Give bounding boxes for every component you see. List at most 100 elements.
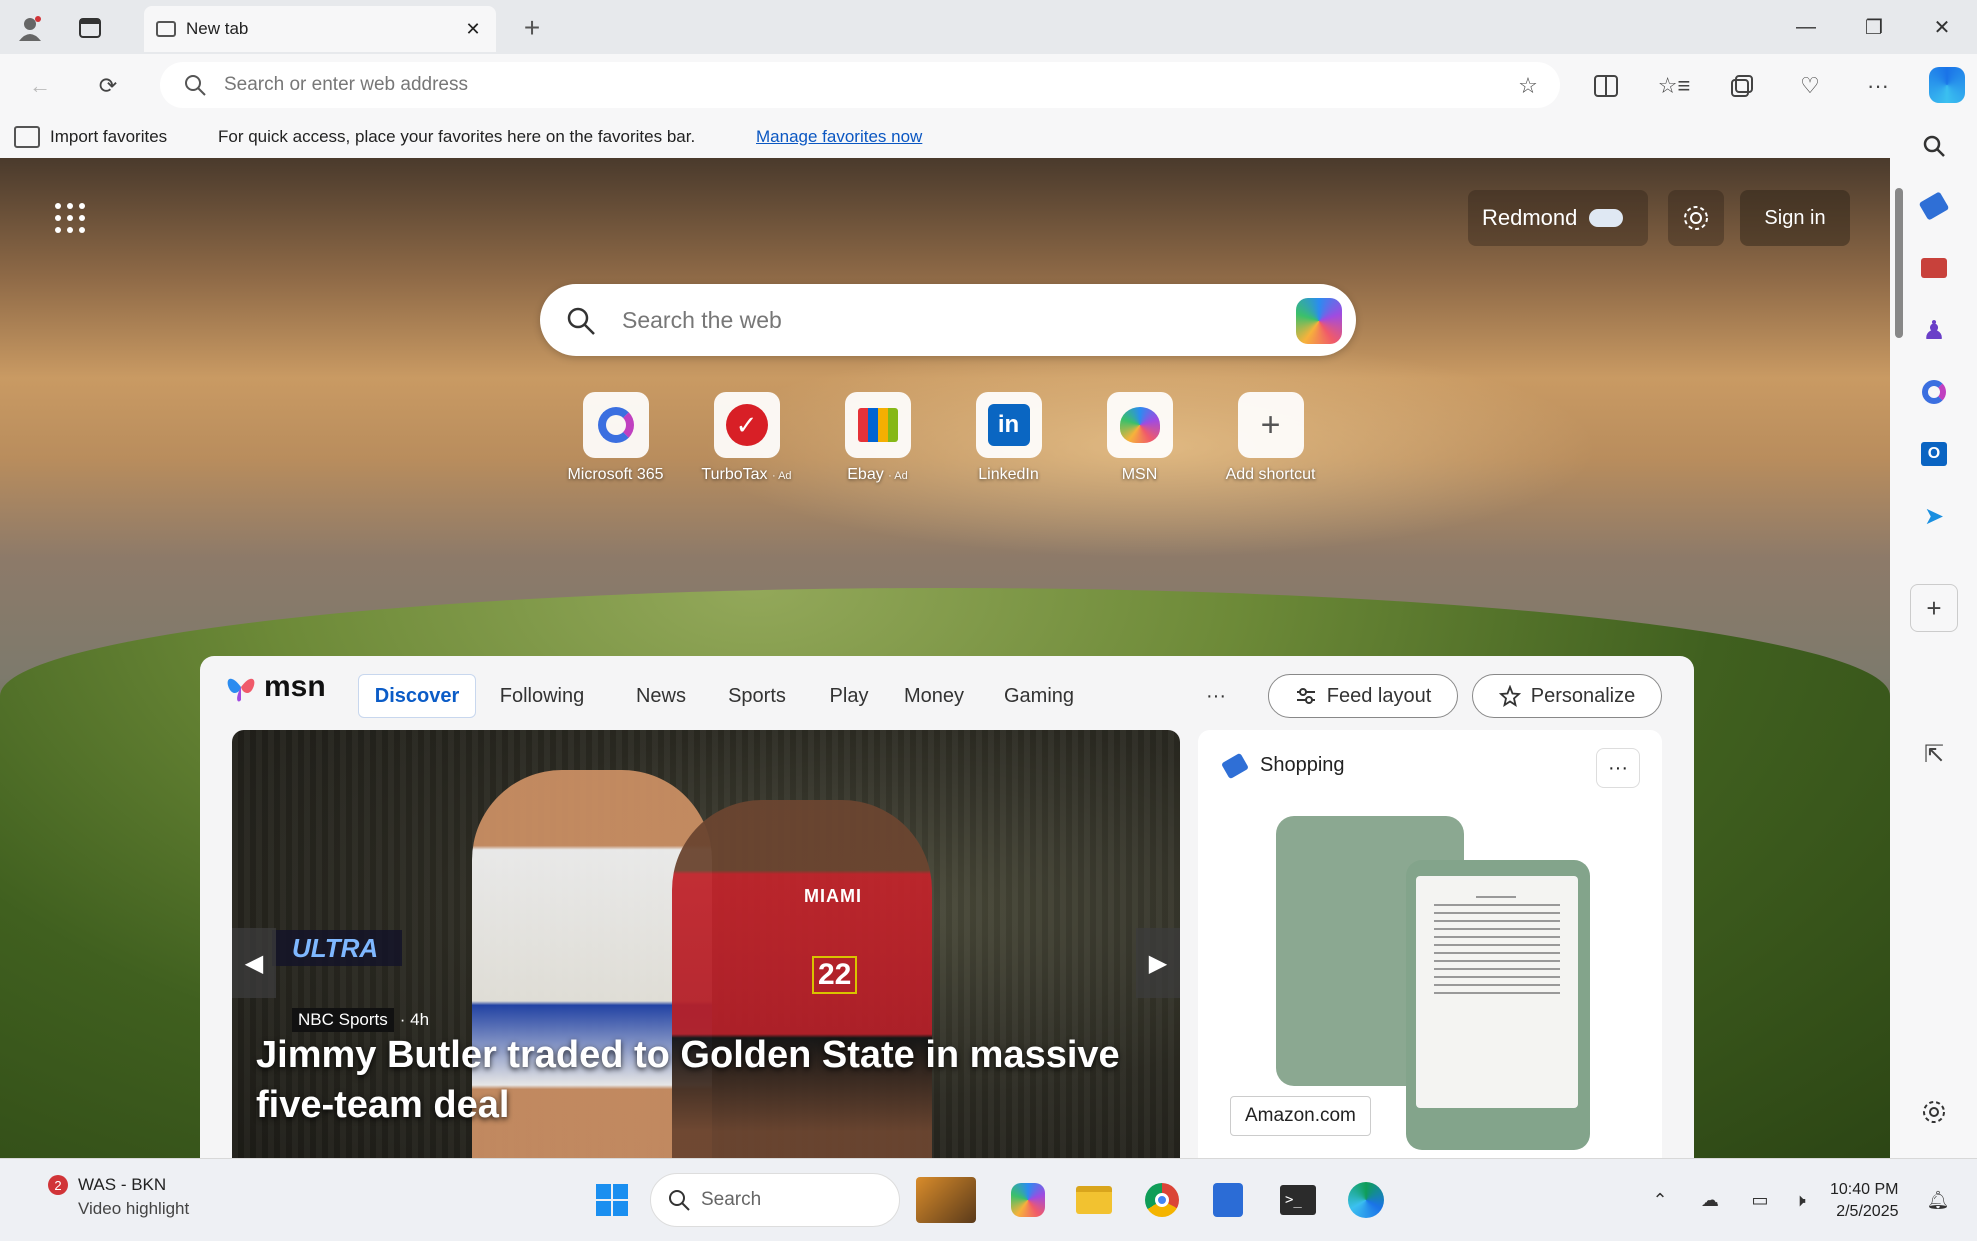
chevron-left-icon: ◀ [244, 949, 264, 977]
weather-widget[interactable]: Redmond [1468, 190, 1648, 246]
taskbar-search-input[interactable]: Search [701, 1189, 761, 1211]
hero-story-card[interactable]: MIAMI 22 ULTRA ◀ ▶ NBC Sports · 4h Jimmy… [232, 730, 1180, 1158]
collections-button[interactable] [1720, 64, 1764, 108]
shortcut-msn[interactable]: MSN [1074, 386, 1205, 496]
favorites-button[interactable]: ☆≡ [1652, 64, 1696, 108]
tab-new-tab[interactable]: New tab ✕ [144, 6, 496, 52]
app-grid-icon [55, 203, 85, 233]
browser-essentials-button[interactable]: ♡ [1788, 64, 1832, 108]
app-launcher-button[interactable] [34, 182, 106, 254]
taskbar-game-app[interactable] [908, 1171, 984, 1229]
sidebar-cursor-button[interactable]: ⇱ [1910, 730, 1958, 778]
settings-more-button[interactable]: ··· [1856, 64, 1900, 108]
tray-app-button[interactable]: ☁ [1690, 1179, 1730, 1221]
refresh-button[interactable]: ⟳ [86, 64, 130, 108]
shortcut-label: TurboTax · Ad [701, 466, 792, 483]
web-search-box[interactable]: Search the web [540, 284, 1356, 356]
sign-in-button[interactable]: Sign in [1740, 190, 1850, 246]
tab-title: New tab [186, 19, 249, 38]
web-search-input[interactable]: Search the web [622, 302, 1122, 338]
sidebar-shopping-button[interactable] [1910, 182, 1958, 230]
personalize-button[interactable]: Personalize [1472, 674, 1662, 718]
sliders-icon [1296, 688, 1315, 704]
taskbar-terminal[interactable]: >_ [1270, 1171, 1326, 1229]
address-bar[interactable]: Search or enter web address [160, 62, 1560, 108]
volume-button[interactable]: 🕨 [1780, 1179, 1820, 1221]
msn-butterfly-icon [227, 678, 255, 702]
shopping-card[interactable]: Shopping ··· Amazon.com [1198, 730, 1662, 1158]
linkedin-icon: in [975, 392, 1042, 458]
more-tabs-button[interactable]: ··· [1190, 674, 1242, 718]
shortcut-label: LinkedIn [978, 466, 1039, 483]
copilot-search-button[interactable] [1296, 298, 1342, 344]
tab-play[interactable]: Play [824, 674, 874, 718]
tab-placeholder[interactable] [1114, 674, 1180, 718]
new-tab-button[interactable]: + [512, 8, 552, 48]
feed-layout-button[interactable]: Feed layout [1268, 674, 1458, 718]
sidebar-tools-button[interactable] [1910, 244, 1958, 292]
sidebar-m365-button[interactable] [1910, 368, 1958, 416]
favorites-star-list-icon: ☆≡ [1657, 73, 1691, 98]
sidebar-scrollbar[interactable] [1892, 166, 1906, 1166]
start-button[interactable] [584, 1171, 640, 1229]
sidebar-outlook-button[interactable]: O [1910, 430, 1958, 478]
taskbar-store-app[interactable] [1200, 1171, 1256, 1229]
restore-button[interactable]: ❐ [1840, 0, 1908, 54]
edge-icon [1348, 1182, 1384, 1218]
edge-sidebar: ♟ O ➤ + ⇱ [1890, 116, 1977, 1158]
hero-prev-button[interactable]: ◀ [232, 928, 276, 998]
shortcut-turbotax[interactable]: ✓ TurboTax · Ad [681, 386, 812, 496]
profile-button[interactable] [10, 8, 50, 48]
address-input[interactable]: Search or enter web address [224, 74, 468, 96]
tab-news[interactable]: News [630, 674, 692, 718]
manage-favorites-link[interactable]: Manage favorites now [756, 127, 922, 147]
story-age: · 4h [399, 1010, 430, 1029]
split-screen-button[interactable] [1584, 64, 1628, 108]
story-headline[interactable]: Jimmy Butler traded to Golden State in m… [256, 1030, 1156, 1130]
store-label[interactable]: Amazon.com [1230, 1096, 1371, 1136]
tab-money[interactable]: Money [884, 674, 984, 718]
sidebar-games-button[interactable]: ♟ [1910, 306, 1958, 354]
shopping-header: Shopping [1220, 752, 1345, 779]
page-settings-button[interactable] [1668, 190, 1724, 246]
bell-icon: 🔔︎ [1926, 1189, 1950, 1210]
shopping-more-button[interactable]: ··· [1596, 748, 1640, 788]
tab-sports[interactable]: Sports [722, 674, 792, 718]
tab-following[interactable]: Following [482, 674, 602, 718]
close-window-button[interactable]: ✕ [1908, 0, 1976, 54]
network-button[interactable]: ▭ [1740, 1179, 1780, 1221]
copilot-button[interactable] [1922, 60, 1972, 110]
sidebar-add-button[interactable]: + [1910, 584, 1958, 632]
shortcut-microsoft-365[interactable]: Microsoft 365 [550, 386, 681, 496]
taskbar-chrome[interactable] [1134, 1171, 1190, 1229]
back-button[interactable]: ← [18, 64, 62, 108]
import-favorites-button[interactable]: Import favorites [14, 126, 167, 148]
folder-icon [1076, 1186, 1112, 1214]
tab-actions-icon [79, 18, 101, 38]
notifications-button[interactable]: 🔔︎ [1918, 1179, 1958, 1221]
widgets-notification[interactable]: 2 WAS - BKN Video highlight [44, 1173, 264, 1229]
msn-logo[interactable]: msn [224, 670, 326, 704]
tab-discover[interactable]: Discover [358, 674, 476, 718]
taskbar-file-explorer[interactable] [1066, 1171, 1122, 1229]
sidebar-settings-button[interactable] [1910, 1088, 1958, 1136]
show-hidden-icons-button[interactable]: ⌃ [1640, 1179, 1680, 1221]
jersey-number: 22 [812, 956, 858, 994]
sidebar-search-button[interactable] [1910, 122, 1958, 170]
speaker-muted-icon: 🕨 [1794, 1189, 1806, 1210]
taskbar-copilot[interactable] [1000, 1171, 1056, 1229]
taskbar-edge[interactable] [1338, 1171, 1394, 1229]
system-clock[interactable]: 10:40 PM 2/5/2025 [1830, 1179, 1898, 1223]
hero-next-button[interactable]: ▶ [1136, 928, 1180, 998]
shortcut-ebay[interactable]: Ebay · Ad [812, 386, 943, 496]
heart-pulse-icon: ♡ [1800, 73, 1820, 98]
minimize-button[interactable]: — [1772, 0, 1840, 54]
shortcut-linkedin[interactable]: in LinkedIn [943, 386, 1074, 496]
add-favorite-button[interactable]: ☆ [1506, 64, 1550, 108]
tab-gaming[interactable]: Gaming [990, 674, 1088, 718]
tab-actions-button[interactable] [70, 8, 110, 48]
add-shortcut-button[interactable]: + Add shortcut [1205, 386, 1336, 496]
sidebar-drop-button[interactable]: ➤ [1910, 492, 1958, 540]
taskbar-search[interactable]: Search [650, 1173, 900, 1227]
tab-close-button[interactable]: ✕ [460, 16, 486, 42]
